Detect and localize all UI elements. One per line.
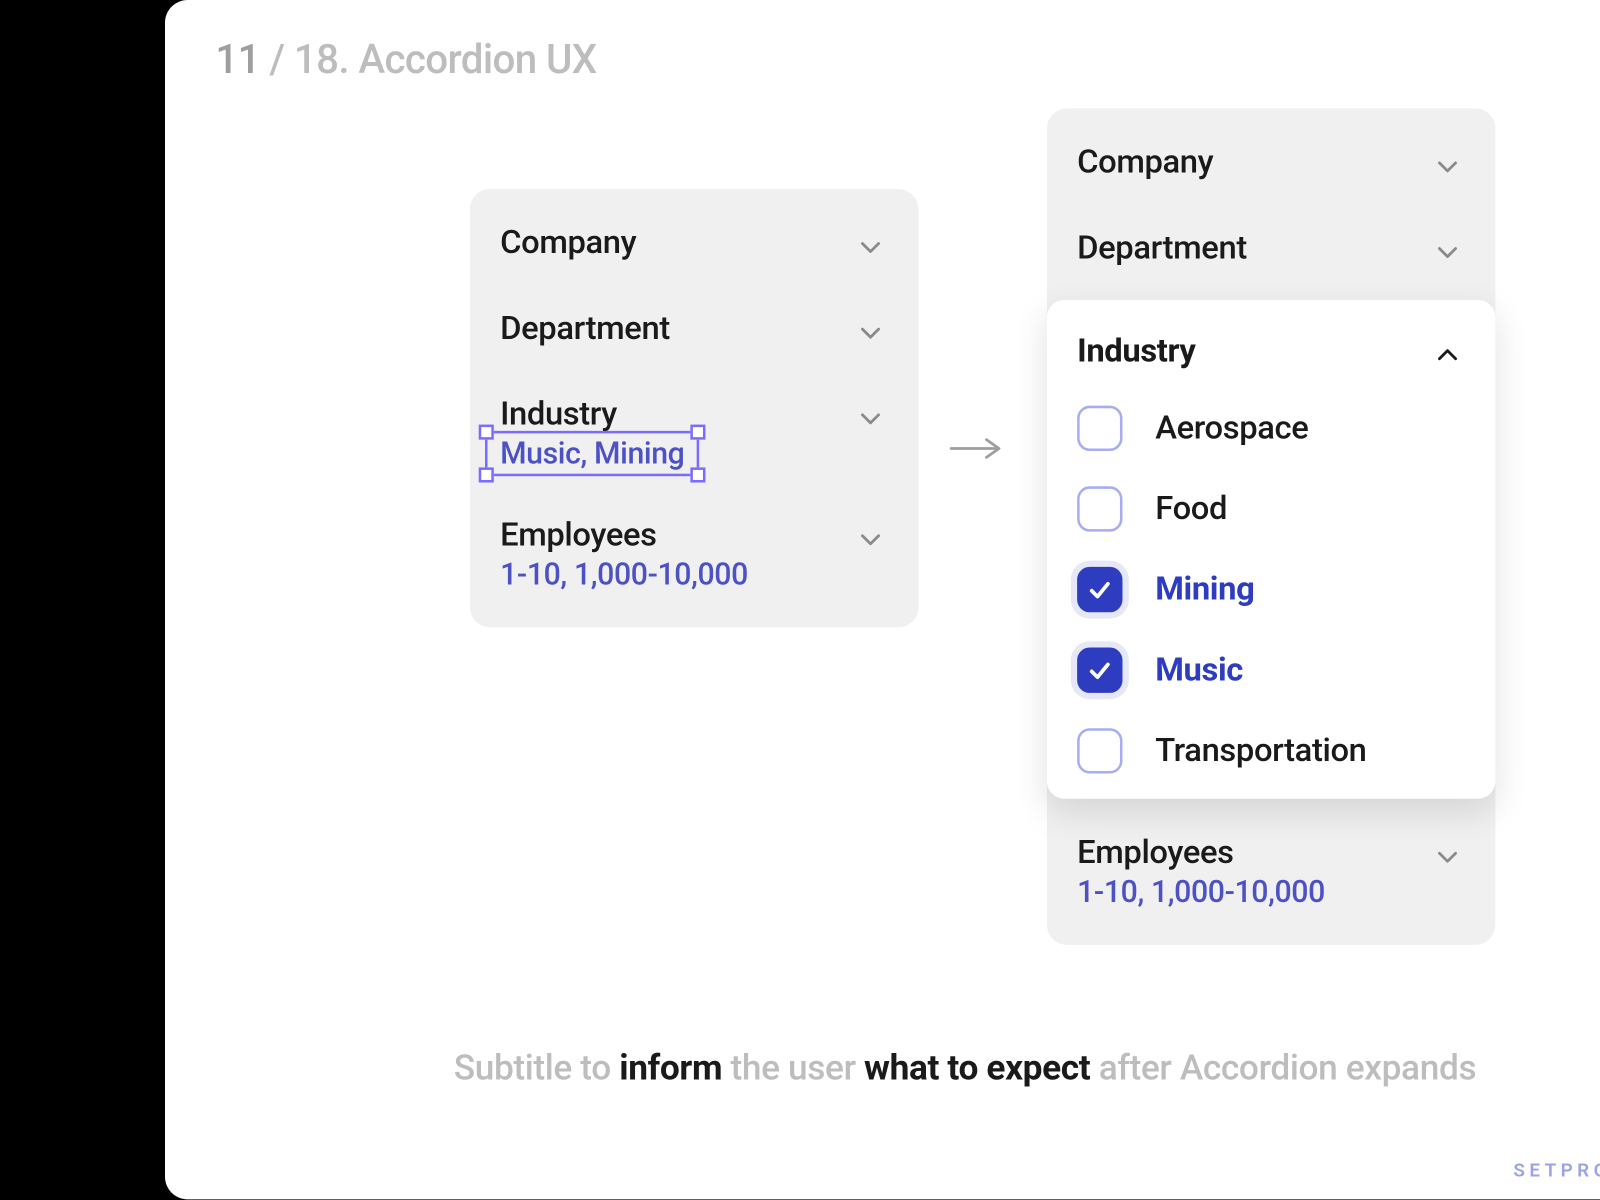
caption-emphasis: what to expect bbox=[864, 1047, 1090, 1089]
row-label: Department bbox=[1077, 229, 1247, 267]
accordion-row-industry[interactable]: Industry Music, Mining bbox=[470, 373, 919, 494]
page-total-title: / 18. Accordion UX bbox=[269, 35, 596, 83]
caption-text: the user bbox=[722, 1047, 864, 1089]
chevron-down-icon bbox=[1430, 839, 1465, 874]
option-label: Mining bbox=[1155, 571, 1254, 609]
slide-caption: Subtitle to inform the user what to expe… bbox=[165, 1047, 1600, 1089]
chevron-down-icon bbox=[853, 315, 888, 350]
option-aerospace[interactable]: Aerospace bbox=[1047, 388, 1496, 469]
row-subtitle: 1-10, 1,000-10,000 bbox=[1077, 874, 1325, 909]
chevron-down-icon bbox=[853, 522, 888, 557]
option-food[interactable]: Food bbox=[1047, 469, 1496, 550]
caption-text: Subtitle to bbox=[454, 1047, 620, 1089]
accordion-row-department[interactable]: Department bbox=[1047, 207, 1496, 293]
accordion-row-employees[interactable]: Employees 1-10, 1,000-10,000 bbox=[1047, 811, 1496, 932]
accordion-row-employees[interactable]: Employees 1-10, 1,000-10,000 bbox=[470, 494, 919, 615]
row-subtitle: Music, Mining bbox=[500, 436, 684, 471]
accordion-row-department[interactable]: Department bbox=[470, 287, 919, 373]
accordion-row-company[interactable]: Company bbox=[1047, 121, 1496, 207]
accordion-row-industry[interactable]: Industry bbox=[1047, 317, 1496, 388]
checkbox[interactable] bbox=[1077, 486, 1122, 531]
caption-emphasis: inform bbox=[619, 1047, 722, 1089]
selection-handle[interactable] bbox=[479, 425, 494, 440]
accordion-panel-collapsed: Company Department Industry Music, Minin… bbox=[470, 189, 919, 627]
accordion-expanded-card: Industry Aerospace Food Mining bbox=[1047, 300, 1496, 799]
arrow-right-icon bbox=[949, 433, 1004, 463]
watermark: SETPRODUCT.COM bbox=[1513, 1159, 1600, 1182]
page-title: 11 / 18. Accordion UX bbox=[215, 35, 596, 83]
row-label: Employees bbox=[500, 517, 748, 555]
option-transportation[interactable]: Transportation bbox=[1047, 711, 1496, 792]
accordion-row-company[interactable]: Company bbox=[470, 202, 919, 288]
row-label: Company bbox=[500, 224, 636, 262]
checkbox-checked[interactable] bbox=[1077, 648, 1122, 693]
row-label: Department bbox=[500, 310, 670, 348]
page-number: 11 bbox=[215, 35, 260, 83]
row-label: Industry bbox=[1077, 333, 1195, 371]
selection-frame: Music, Mining bbox=[500, 436, 684, 471]
checkbox[interactable] bbox=[1077, 728, 1122, 773]
row-subtitle: 1-10, 1,000-10,000 bbox=[500, 557, 748, 592]
chevron-down-icon bbox=[1430, 234, 1465, 269]
row-label: Industry bbox=[500, 396, 684, 434]
chevron-up-icon bbox=[1430, 338, 1465, 373]
caption-text: after Accordion expands bbox=[1090, 1047, 1476, 1089]
option-music[interactable]: Music bbox=[1047, 630, 1496, 711]
selection-handle[interactable] bbox=[479, 467, 494, 482]
checkbox[interactable] bbox=[1077, 406, 1122, 451]
row-label: Company bbox=[1077, 144, 1213, 182]
option-mining[interactable]: Mining bbox=[1047, 549, 1496, 630]
chevron-down-icon bbox=[853, 401, 888, 436]
option-label: Music bbox=[1155, 651, 1243, 689]
chevron-down-icon bbox=[853, 229, 888, 264]
checkbox-checked[interactable] bbox=[1077, 567, 1122, 612]
selection-handle[interactable] bbox=[691, 467, 706, 482]
slide-stage: 11 / 18. Accordion UX Company Department… bbox=[165, 0, 1600, 1199]
chevron-down-icon bbox=[1430, 149, 1465, 184]
accordion-panel-expanded: Company Department Industry bbox=[1047, 108, 1496, 945]
option-label: Aerospace bbox=[1155, 409, 1308, 447]
row-label: Employees bbox=[1077, 834, 1325, 872]
option-label: Transportation bbox=[1155, 732, 1366, 770]
option-label: Food bbox=[1155, 490, 1227, 528]
selection-handle[interactable] bbox=[691, 425, 706, 440]
